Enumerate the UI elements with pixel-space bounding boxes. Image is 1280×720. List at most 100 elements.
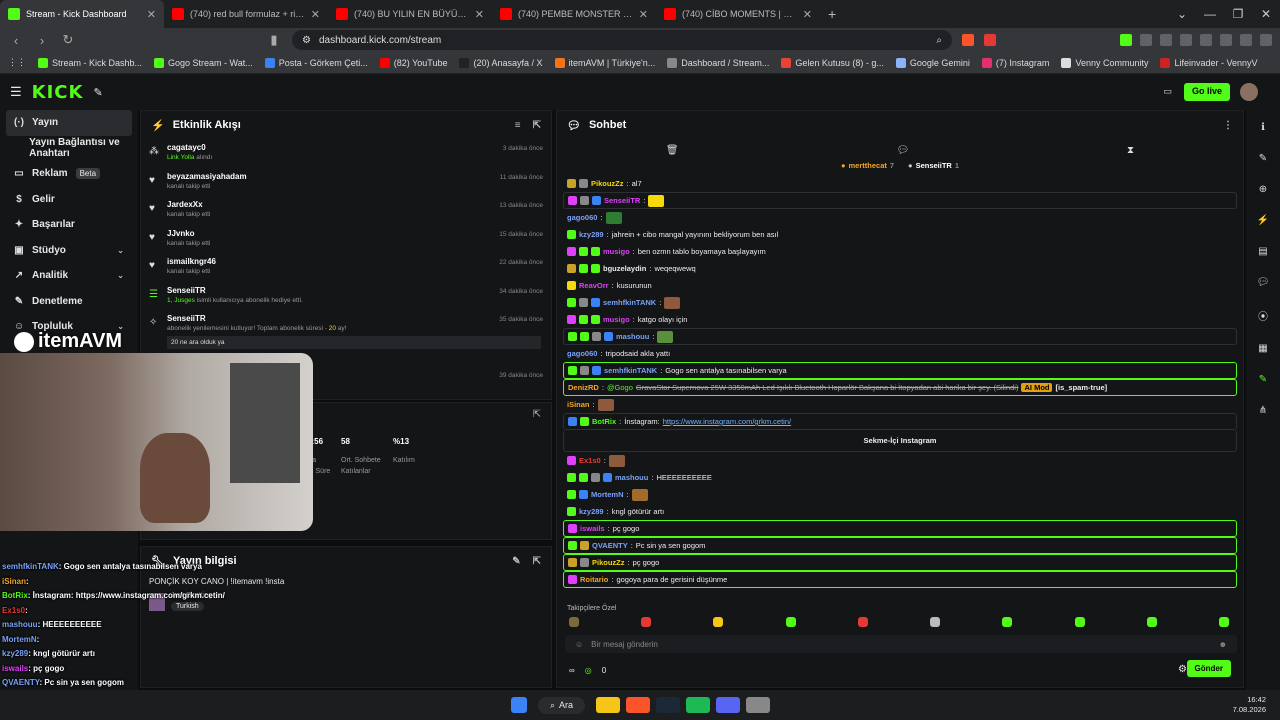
- bolt-icon[interactable]: ⚡: [1257, 215, 1269, 226]
- bookmark-icon[interactable]: ▮: [266, 32, 282, 48]
- chat-username[interactable]: ReavOrr: [579, 281, 609, 290]
- site-info-icon[interactable]: ⚙: [302, 35, 311, 46]
- kick-logo[interactable]: KICK: [32, 82, 84, 103]
- filter-icon[interactable]: ≡: [515, 120, 521, 131]
- file-explorer-icon[interactable]: [596, 697, 621, 713]
- spotify-icon[interactable]: [686, 697, 711, 713]
- sidebar-item[interactable]: ▣ Stüdyo ⌄: [0, 238, 138, 264]
- chat-bubble-icon[interactable]: 💬︎: [896, 145, 909, 156]
- bookmark-item[interactable]: Google Gemini: [895, 57, 970, 68]
- close-window-button[interactable]: ✕: [1252, 7, 1280, 21]
- bookmark-item[interactable]: itemAVM | Türkiye'n...: [554, 57, 655, 68]
- extension-icon[interactable]: [1220, 34, 1232, 46]
- chevron-down-icon[interactable]: ⌄: [117, 271, 124, 280]
- menu-icon[interactable]: ☰: [10, 84, 22, 100]
- chat-username[interactable]: semhfkinTANK: [603, 298, 656, 307]
- popout-icon[interactable]: ⇱: [533, 556, 541, 567]
- chat-username[interactable]: PikouzZz: [592, 558, 625, 567]
- popout-icon[interactable]: ⇱: [533, 120, 541, 131]
- extension-icon[interactable]: [1120, 34, 1132, 46]
- close-tab-icon[interactable]: ✕: [803, 8, 812, 21]
- chat-username[interactable]: kzy289: [579, 230, 604, 239]
- clock[interactable]: 16:42 7.08.2026: [1233, 695, 1266, 715]
- sidebar-item[interactable]: Yayın Bağlantısı ve Anahtarı: [0, 136, 138, 162]
- share-icon[interactable]: ⋔: [1259, 405, 1267, 416]
- chat-username[interactable]: MortemN: [591, 490, 624, 499]
- emote-shortcut[interactable]: [569, 617, 579, 627]
- new-tab-button[interactable]: +: [820, 6, 844, 22]
- url-field[interactable]: ⚙ dashboard.kick.com/stream ⌕: [292, 30, 952, 50]
- chevron-down-icon[interactable]: ⌄: [117, 246, 124, 255]
- bookmark-item[interactable]: (20) Anasayfa / X: [459, 57, 543, 68]
- chat-username[interactable]: bguzelaydin: [603, 264, 646, 273]
- pen-icon[interactable]: ✎: [1259, 153, 1267, 164]
- hourglass-icon[interactable]: ⧗: [1127, 145, 1134, 156]
- chat-username[interactable]: QVAENTY: [592, 541, 628, 550]
- chat-username[interactable]: Ex1s0: [579, 456, 601, 465]
- infinity-icon[interactable]: ∞: [569, 666, 575, 675]
- sidebar-item[interactable]: ✎ Denetleme: [0, 289, 138, 315]
- discord-icon[interactable]: [716, 697, 741, 713]
- layers-icon[interactable]: ▦: [1258, 343, 1267, 354]
- browser-tab[interactable]: Stream - Kick Dashboard ✕: [0, 0, 164, 28]
- search-icon[interactable]: ⌕: [936, 35, 942, 46]
- send-button[interactable]: Gönder: [1186, 660, 1231, 677]
- chat-username[interactable]: semhfkinTANK: [604, 366, 657, 375]
- sidebar-item[interactable]: (·) Yayın: [6, 110, 132, 136]
- sidebar-item[interactable]: $ Gelir: [0, 187, 138, 213]
- extension-icon[interactable]: [1200, 34, 1212, 46]
- bookmark-item[interactable]: Gelen Kutusu (8) - g...: [781, 57, 884, 68]
- chat-username[interactable]: gago060: [567, 213, 597, 222]
- extension-icon[interactable]: [1180, 34, 1192, 46]
- app-icon[interactable]: [746, 697, 771, 713]
- emote-shortcut[interactable]: [1146, 617, 1157, 627]
- sidebar-item[interactable]: ✦ Başarılar: [0, 212, 138, 238]
- pin-icon[interactable]: ✎: [93, 86, 102, 99]
- url-text[interactable]: dashboard.kick.com/stream: [319, 35, 441, 46]
- wrench-icon[interactable]: ✎: [1259, 374, 1267, 385]
- chat-link[interactable]: https://www.instagram.com/grkm.cetin/: [663, 417, 791, 426]
- close-tab-icon[interactable]: ✕: [147, 8, 156, 21]
- bookmark-item[interactable]: Posta - Görkem Çeti...: [264, 57, 368, 68]
- emote-picker-icon[interactable]: ☻: [1219, 640, 1227, 649]
- pinned-user[interactable]: ● SenseiiTR 1: [908, 161, 959, 175]
- bookmark-item[interactable]: Lifeinvader - VennyV: [1160, 57, 1258, 68]
- more-icon[interactable]: ⋮: [1223, 120, 1233, 131]
- chat-username[interactable]: gago060: [567, 349, 597, 358]
- close-tab-icon[interactable]: ✕: [639, 8, 648, 21]
- edit-icon[interactable]: ✎: [512, 556, 520, 567]
- avatar[interactable]: [1240, 83, 1258, 101]
- instagram-card[interactable]: Sekme-İçi Instagram: [563, 430, 1237, 452]
- emote-shortcut[interactable]: [641, 617, 652, 627]
- brave-icon[interactable]: [626, 697, 651, 713]
- bookmark-item[interactable]: Gogo Stream - Wat...: [154, 57, 253, 68]
- studio-icon[interactable]: ▭: [1163, 86, 1172, 97]
- chat-username[interactable]: PikouzZz: [591, 179, 624, 188]
- go-live-button[interactable]: Go live: [1183, 83, 1230, 101]
- close-tab-icon[interactable]: ✕: [311, 8, 320, 21]
- emoji-icon[interactable]: ☺: [575, 640, 583, 649]
- chat-icon[interactable]: 💬︎: [1257, 277, 1270, 288]
- chat-username[interactable]: iswails: [580, 524, 605, 533]
- chat-username[interactable]: mashouu: [615, 473, 648, 482]
- broadcast-icon[interactable]: ⦿: [1258, 308, 1268, 323]
- extension-icon[interactable]: [1240, 34, 1252, 46]
- trash-icon[interactable]: 🗑︎: [666, 145, 679, 156]
- bookmark-item[interactable]: (7) Instagram: [981, 57, 1049, 68]
- tab-search-icon[interactable]: ⌄: [1168, 7, 1196, 21]
- chat-username[interactable]: Roitario: [580, 575, 608, 584]
- chat-username[interactable]: musigo: [603, 315, 630, 324]
- browser-tab[interactable]: (740) BU YILIN EN BÜYÜK DRAMASI ✕: [328, 0, 492, 28]
- reload-icon[interactable]: ↻: [60, 32, 76, 48]
- chat-username[interactable]: mashouu: [616, 332, 649, 341]
- forward-icon[interactable]: ›: [34, 33, 50, 48]
- emote-shortcut[interactable]: [1218, 617, 1229, 627]
- browser-tab[interactable]: (740) CİBO MOMENTS | ULTRA HIZLI ✕: [656, 0, 820, 28]
- pinned-user[interactable]: ● mertthecat 7: [841, 161, 894, 175]
- apps-icon[interactable]: ⋮⋮: [8, 57, 26, 68]
- bookmark-item[interactable]: Venny Community: [1061, 57, 1148, 68]
- chat-username[interactable]: SenseiiTR: [604, 196, 640, 205]
- emote-shortcut[interactable]: [930, 617, 941, 627]
- menu-icon[interactable]: [1260, 34, 1272, 46]
- browser-tab[interactable]: (740) red bull formulaz + rize vlog - ✕: [164, 0, 328, 28]
